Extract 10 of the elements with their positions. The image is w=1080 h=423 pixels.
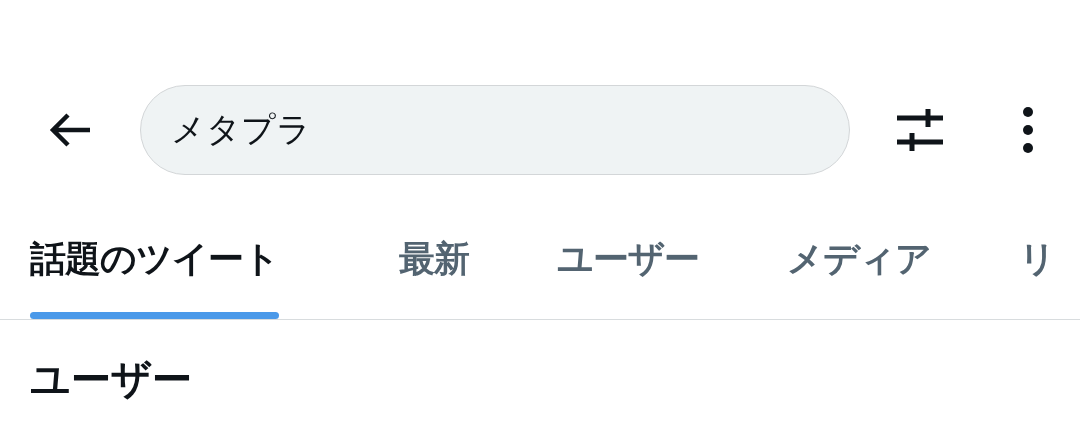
more-icon[interactable] <box>1022 107 1034 153</box>
filter-icon[interactable] <box>897 107 943 153</box>
tab[interactable]: リ <box>1019 238 1055 279</box>
back-icon[interactable] <box>48 112 92 148</box>
tab[interactable]: 話題のツイート <box>30 238 279 279</box>
tab[interactable]: ユーザー <box>557 238 699 279</box>
tab[interactable]: 最新 <box>399 238 469 279</box>
section-title: ユーザー <box>30 355 193 404</box>
search-field[interactable]: メタプラ <box>140 85 850 175</box>
tab[interactable]: メディア <box>787 238 931 279</box>
